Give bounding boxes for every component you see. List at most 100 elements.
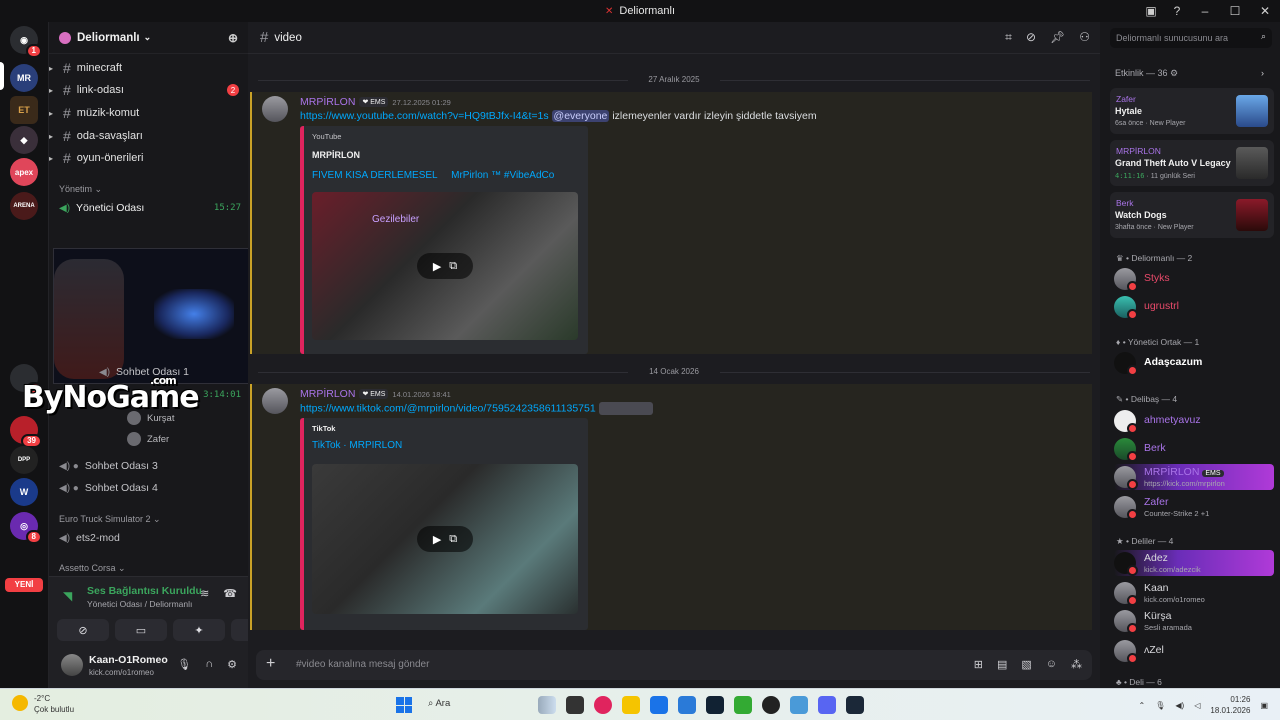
gear-icon[interactable]: ⚙ <box>227 658 237 671</box>
tray-chevron-icon[interactable]: ⌃ <box>1139 701 1146 710</box>
play-button[interactable]: ▶ ⧉ <box>417 526 473 552</box>
member-row[interactable]: Styks <box>1114 266 1274 292</box>
message-link[interactable]: https://www.youtube.com/watch?v=HQ9tBJfx… <box>300 110 549 122</box>
server-mrpirlon[interactable]: MR <box>10 64 38 92</box>
server-game[interactable]: ◆ <box>10 126 38 154</box>
notification-bell-icon[interactable]: ⊘ <box>1026 30 1036 45</box>
disconnect-icon[interactable]: ☎ <box>223 587 237 600</box>
pin-icon[interactable]: 📌︎ <box>1050 30 1065 45</box>
activities-button[interactable]: ✦ <box>173 619 225 641</box>
activity-card[interactable]: Zafer Hytale 6sa önce · New Player <box>1110 88 1274 134</box>
member-list-icon[interactable]: ⚇ <box>1079 30 1090 45</box>
taskbar-app-settings-icon[interactable] <box>790 696 808 714</box>
server-arena[interactable]: ARENA <box>10 192 38 220</box>
taskbar-app-store-icon[interactable] <box>650 696 668 714</box>
avatar[interactable] <box>61 654 83 676</box>
message-composer[interactable]: + #video kanalına mesaj gönder ⊞ ▤ ▧ ☺ ⁂ <box>256 650 1092 680</box>
noise-suppression-icon[interactable]: ≋ <box>200 587 209 600</box>
voice-status[interactable]: Ses Bağlantısı Kuruldu <box>87 585 202 597</box>
microphone-icon[interactable]: 🎙︎ <box>177 658 191 671</box>
apps-icon[interactable]: ⁂ <box>1071 658 1082 671</box>
member-row[interactable]: Zafer Counter-Strike 2 +1 <box>1114 494 1274 520</box>
taskbar-app-widget[interactable] <box>538 696 556 714</box>
message-2[interactable]: MRPİRLON ❤ EMS 14.01.2026 18:41 https://ww… <box>250 384 1092 630</box>
activity-header[interactable]: Etkinlik — 36 ⚙ › <box>1115 68 1264 79</box>
member-row[interactable]: Adez kick.com/adezcik <box>1114 550 1274 576</box>
play-button[interactable]: ▶ ⧉ <box>417 253 473 279</box>
user-name[interactable]: Kaan-O1Romeo <box>89 654 168 666</box>
category-ets[interactable]: Euro Truck Simulator 2 ⌄ <box>59 514 161 525</box>
member-row[interactable]: Berk <box>1114 436 1274 462</box>
sticker-icon[interactable]: ▧ <box>1021 658 1031 671</box>
taskbar-app-obs-icon[interactable] <box>762 696 780 714</box>
activity-card[interactable]: Berk Watch Dogs 3hafta önce · New Player <box>1110 192 1274 238</box>
tray-mic-icon[interactable]: 🎙︎ <box>1155 701 1165 710</box>
voice-channel-ets2-mod[interactable]: ◀) ets2-mod <box>59 528 249 548</box>
taskbar-app-discord-icon[interactable] <box>818 696 836 714</box>
headphones-icon[interactable]: ∩ <box>205 658 213 671</box>
invite-icon[interactable]: ⊕ <box>228 31 238 45</box>
member-row[interactable]: ugrustrl <box>1114 294 1274 320</box>
channel-oyun-onerileri[interactable]: ▸ # oyun-önerileri <box>49 148 249 168</box>
category-assetto[interactable]: Assetto Corsa ⌄ <box>59 563 126 574</box>
avatar[interactable] <box>262 388 288 414</box>
camera-off-button[interactable]: ⊘ <box>57 619 109 641</box>
taskbar-search[interactable]: ⌕ Ara <box>428 698 450 709</box>
taskbar-app-opera-icon[interactable] <box>594 696 612 714</box>
embed-title[interactable]: TikTok · MRPIRLON <box>312 440 402 451</box>
category-yonetim[interactable]: Yönetim ⌄ <box>59 184 102 195</box>
channel-muzik-komut[interactable]: ▸ # müzik-komut <box>49 103 249 123</box>
server-b[interactable]: 39 <box>10 416 42 448</box>
server-et[interactable]: ET <box>10 96 38 124</box>
chevron-right-icon[interactable]: › <box>1261 68 1264 78</box>
server-c[interactable]: DPP <box>10 446 38 474</box>
voice-channel-sohbet-3[interactable]: ◀) ● Sohbet Odası 3 <box>59 456 249 476</box>
activity-card[interactable]: MRPİRLON Grand Theft Auto V Legacy 4:11:… <box>1110 140 1274 186</box>
composer-placeholder[interactable]: #video kanalına mesaj gönder <box>296 659 429 670</box>
server-search-input[interactable]: Deliormanlı sunucusunu ara ⌕ <box>1110 28 1272 48</box>
minimize-button[interactable]: – <box>1190 4 1220 18</box>
voice-user-zafer[interactable]: Zafer⊘ ⊘ ▣ <box>127 432 278 446</box>
channel-minecraft[interactable]: ▸ # minecraft <box>49 58 249 78</box>
server-w[interactable]: W <box>10 478 38 506</box>
taskbar-app-xbox-icon[interactable] <box>734 696 752 714</box>
taskbar-app-edge-icon[interactable] <box>678 696 696 714</box>
threads-icon[interactable]: ⌗ <box>1005 30 1012 45</box>
notification-icon[interactable]: ▣ <box>1260 701 1268 710</box>
member-row[interactable]: Adaşcazum <box>1114 350 1274 376</box>
taskbar-app-folder-icon[interactable] <box>622 696 640 714</box>
member-row[interactable]: MRPİRLON EMS https://kick.com/mrpirlon <box>1114 464 1274 490</box>
voice-channel-yonetici[interactable]: ◀) Yönetici Odası 15:27 <box>59 198 249 218</box>
taskbar-app-steam-icon[interactable] <box>846 696 864 714</box>
channel-oda-savaslari[interactable]: ▸ # oda-savaşları <box>49 126 249 146</box>
taskbar-app-explorer-icon[interactable] <box>566 696 584 714</box>
tray-speaker-icon[interactable]: ◁ <box>1194 701 1200 710</box>
clock[interactable]: 01:26 18.01.2026 <box>1210 694 1250 716</box>
spoiler-block[interactable] <box>598 402 653 415</box>
mention-everyone[interactable]: @everyone <box>551 110 610 122</box>
maximize-button[interactable]: ☐ <box>1220 4 1250 18</box>
channel-link-odasi[interactable]: ▸ # link-odası 2 <box>49 80 249 100</box>
avatar[interactable] <box>262 96 288 122</box>
member-row[interactable]: ᴧZel <box>1114 638 1274 664</box>
embed-author[interactable]: MRPİRLON <box>312 150 360 160</box>
server-d[interactable]: ◎ 8 <box>10 512 42 544</box>
inbox-icon[interactable]: ▣ <box>1138 4 1164 18</box>
message-link[interactable]: https://www.tiktok.com/@mrpirlon/video/7… <box>300 402 596 414</box>
server-apex[interactable]: apex <box>10 158 38 186</box>
voice-channel-sohbet-4[interactable]: ◀) ● Sohbet Odası 4 <box>59 478 249 498</box>
taskbar-app-terminal-icon[interactable] <box>706 696 724 714</box>
help-icon[interactable]: ? <box>1164 4 1190 18</box>
voice-location[interactable]: Yönetici Odası / Deliormanlı <box>87 599 192 609</box>
screen-share-button[interactable]: ▭ <box>115 619 167 641</box>
gif-icon[interactable]: ▤ <box>997 658 1007 671</box>
tray-volume-icon[interactable]: ◀) <box>1175 701 1184 710</box>
discord-home-icon[interactable]: ◉ 1 <box>10 26 42 58</box>
member-row[interactable]: Kaan kick.com/o1romeo <box>1114 580 1274 606</box>
attach-plus-icon[interactable]: + <box>266 655 275 673</box>
video-thumbnail[interactable]: ▶ ⧉ <box>312 464 578 614</box>
gift-icon[interactable]: ⊞ <box>974 658 983 671</box>
emoji-icon[interactable]: ☺ <box>1046 658 1057 671</box>
member-row[interactable]: ahmetyavuz <box>1114 408 1274 434</box>
embed-title[interactable]: FIVEM KISA DERLEMESEL MrPirlon ™ #VibeAd… <box>312 170 554 181</box>
